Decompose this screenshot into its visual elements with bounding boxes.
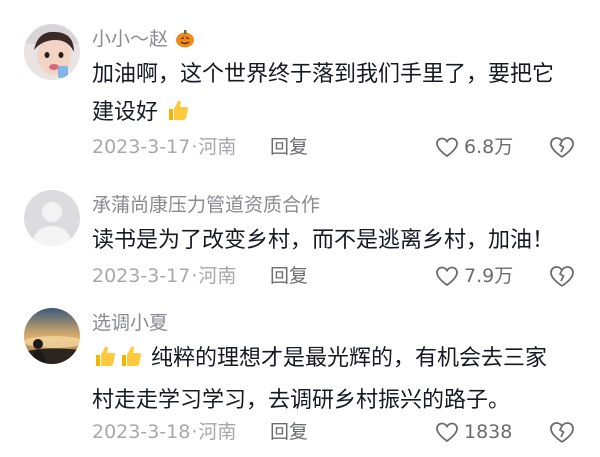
username[interactable]: 选调小夏 <box>92 311 168 335</box>
avatar[interactable] <box>24 308 80 364</box>
thumbs-up-icon <box>92 343 118 382</box>
meta-dot: · <box>191 265 198 287</box>
reply-button[interactable]: 回复 <box>270 420 308 444</box>
like-count: 1838 <box>464 421 513 443</box>
comment-date: 2023-3-18 <box>92 421 191 443</box>
reply-button[interactable]: 回复 <box>270 264 308 288</box>
comment-date: 2023-3-17 <box>92 265 191 287</box>
comment-text: 读书是为了改变乡村，而不是逃离乡村，加油！ <box>92 222 562 260</box>
like-button[interactable]: 1838 <box>434 420 512 444</box>
comment-meta: 2023-3-17·河南 <box>92 264 236 288</box>
comment-meta: 2023-3-18·河南 <box>92 420 236 444</box>
like-button[interactable]: 7.9万 <box>434 264 513 288</box>
thumbs-up-icon <box>118 343 144 382</box>
dislike-button[interactable] <box>548 419 576 445</box>
avatar[interactable] <box>24 190 80 246</box>
comment-text-content: 纯粹的理想才是最光辉的，有机会去三家村走走学习学习，去调研乡村振兴的路子。 <box>92 346 548 413</box>
comment-text-content: 读书是为了改变乡村，而不是逃离乡村，加油！ <box>92 228 555 253</box>
like-count: 7.9万 <box>464 265 514 287</box>
broken-heart-icon <box>548 263 576 289</box>
dislike-button[interactable] <box>548 263 576 289</box>
comment-location: 河南 <box>198 421 237 443</box>
broken-heart-icon <box>548 419 576 445</box>
username[interactable]: 承蒲尚康压力管道资质合作 <box>92 193 320 217</box>
default-avatar-image <box>24 190 80 246</box>
comment-text: 纯粹的理想才是最光辉的，有机会去三家村走走学习学习，去调研乡村振兴的路子。 <box>92 340 562 420</box>
heart-icon <box>434 264 460 288</box>
heart-icon <box>434 420 460 444</box>
comment-location: 河南 <box>198 265 237 287</box>
meta-dot: · <box>191 421 198 443</box>
comment-item: 选调小夏 纯粹的理想才是最光辉的，有机会去三家村走走学习学习，去调研乡村振兴的路… <box>0 0 600 443</box>
sunset-avatar-image <box>24 308 80 364</box>
